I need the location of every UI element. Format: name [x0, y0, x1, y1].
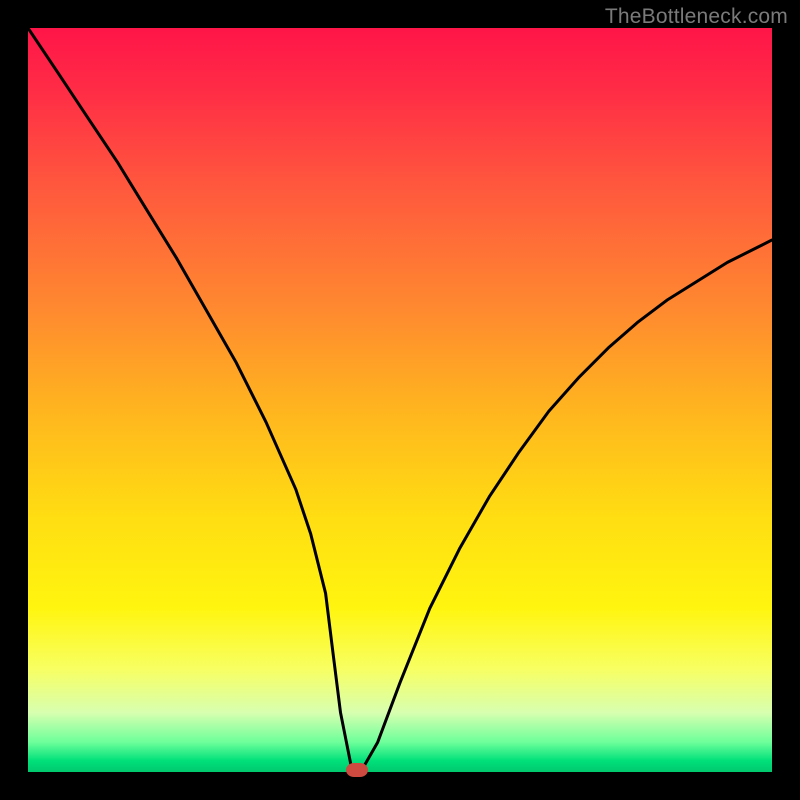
curve-layer — [28, 28, 772, 772]
watermark-text: TheBottleneck.com — [605, 5, 788, 29]
optimum-marker — [346, 763, 368, 777]
plot-area — [28, 28, 772, 772]
bottleneck-curve — [28, 28, 772, 768]
chart-stage: TheBottleneck.com — [0, 0, 800, 800]
